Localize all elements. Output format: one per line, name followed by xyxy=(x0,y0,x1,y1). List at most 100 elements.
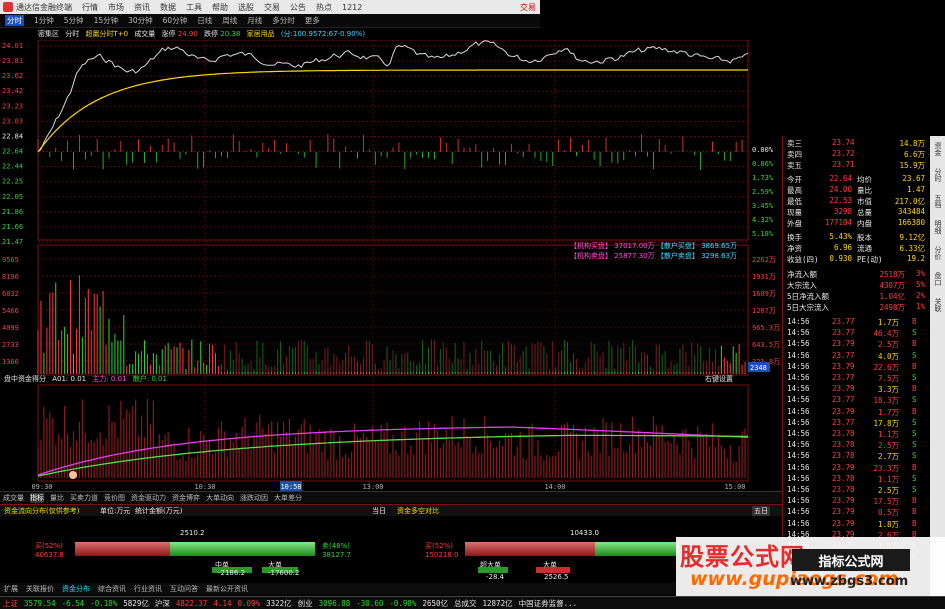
legend-inst-sell: 【机构卖盘】 25877.30万 xyxy=(570,252,655,260)
side-tab[interactable]: 关联 xyxy=(933,298,943,312)
sh-index-label[interactable]: 上证 xyxy=(3,598,18,609)
ask-price: 23.71 xyxy=(832,160,855,169)
tick-row[interactable]: 14:56 23.79 3.3万 B xyxy=(787,384,927,395)
menu-item[interactable]: 热点 xyxy=(316,2,332,13)
stat-row[interactable]: 换手 5.43% 股本 9.12亿 xyxy=(787,232,927,243)
tab-30min[interactable]: 30分钟 xyxy=(128,15,153,26)
sz-index-label[interactable]: 沪深 xyxy=(155,598,170,609)
app-title: 通达信金融终端 xyxy=(16,2,72,12)
tick-row[interactable]: 14:56 23.77 7.5万 S xyxy=(787,373,927,384)
tick-row[interactable]: 14:56 23.77 46.4万 S xyxy=(787,328,927,339)
menu-item[interactable]: 公告 xyxy=(290,2,306,13)
sub-tab[interactable]: 关联报价 xyxy=(26,584,54,594)
tick-row[interactable]: 14:56 23.79 22.6万 B xyxy=(787,362,927,373)
five-day-select[interactable]: 五日 xyxy=(752,506,770,516)
tab-intraday[interactable]: 分时 xyxy=(5,15,24,26)
tab-5min[interactable]: 5分钟 xyxy=(64,15,84,26)
tick-row[interactable]: 14:56 23.78 1.1万 S xyxy=(787,429,927,440)
stat-label: 收益(四) xyxy=(787,255,819,264)
tick-row[interactable]: 14:56 23.79 23.3万 B xyxy=(787,463,927,474)
right-click-settings[interactable]: 右键设置 xyxy=(705,374,733,384)
tab-15min[interactable]: 15分钟 xyxy=(94,15,119,26)
tick-row[interactable]: 14:56 23.77 4.0万 S xyxy=(787,351,927,362)
stat-row[interactable]: 现量 3298 总量 343484 xyxy=(787,207,927,218)
sub-tab[interactable]: 最新公开资讯 xyxy=(206,584,248,594)
pct-tick-label: 3.45% xyxy=(752,202,774,210)
indicator-tab[interactable]: 买卖力道 xyxy=(70,493,98,503)
stat-row[interactable]: 最高 24.00 量比 1.47 xyxy=(787,185,927,196)
sub-tab[interactable]: 互动问答 xyxy=(170,584,198,594)
stat-label: 今开 xyxy=(787,175,802,184)
tick-row[interactable]: 14:56 23.78 2.5万 S xyxy=(787,485,927,496)
menu-item[interactable]: 工具 xyxy=(186,2,202,13)
side-tab[interactable]: 五档 xyxy=(933,194,943,208)
left-sell-bar xyxy=(170,542,315,556)
flow-row[interactable]: 5日大宗流入 2498万 1% xyxy=(787,302,927,313)
menu-item[interactable]: 1212 xyxy=(342,3,362,12)
tick-row[interactable]: 14:56 23.79 2.5万 B xyxy=(787,339,927,350)
stat-row[interactable]: 外盘 177104 内盘 166380 xyxy=(787,218,927,229)
header-limitdown: 20.38 xyxy=(220,30,241,38)
flow-row[interactable]: 净流入额 2518万 3% xyxy=(787,269,927,280)
menu-item[interactable]: 市场 xyxy=(108,2,124,13)
capital-date[interactable]: 当日 xyxy=(372,506,386,516)
tick-row[interactable]: 14:56 23.79 0.5万 B xyxy=(787,507,927,518)
ask-row[interactable]: 卖五 23.71 15.9万 xyxy=(787,160,927,171)
tick-row[interactable]: 14:56 23.77 17.8万 S xyxy=(787,418,927,429)
tick-row[interactable]: 14:56 23.77 1.7万 B xyxy=(787,317,927,328)
stat-row[interactable]: 最低 22.53 市值 217.0亿 xyxy=(787,196,927,207)
menu-item[interactable]: 交易 xyxy=(264,2,280,13)
menu-item[interactable]: 帮助 xyxy=(212,2,228,13)
tab-daily[interactable]: 日线 xyxy=(197,15,212,26)
tick-row[interactable]: 14:56 23.79 1.7万 B xyxy=(787,407,927,418)
menu-item[interactable]: 资讯 xyxy=(134,2,150,13)
ask-row[interactable]: 卖三 23.74 14.8万 xyxy=(787,138,927,149)
indicator-tab[interactable]: 竞价图 xyxy=(104,493,125,503)
tab-more[interactable]: 更多 xyxy=(305,15,320,26)
sentiment-a01: A01: 0.01 xyxy=(52,375,87,383)
tick-row[interactable]: 14:56 23.79 17.5万 B xyxy=(787,496,927,507)
stat-row[interactable]: 今开 22.64 均价 23.67 xyxy=(787,174,927,185)
tick-row[interactable]: 14:56 23.78 1.1万 S xyxy=(787,474,927,485)
tick-row[interactable]: 14:56 23.78 2.7万 S xyxy=(787,451,927,462)
tab-1min[interactable]: 1分钟 xyxy=(34,15,54,26)
menu-item[interactable]: 选股 xyxy=(238,2,254,13)
indicator-tab[interactable]: 资金博弈 xyxy=(172,493,200,503)
tick-row[interactable]: 14:56 23.79 1.8万 B xyxy=(787,519,927,530)
menu-item[interactable]: 行情 xyxy=(82,2,98,13)
flow-row[interactable]: 5日净流入额 1.04亿 2% xyxy=(787,291,927,302)
trade-button[interactable]: 交易 xyxy=(520,2,536,13)
side-tab[interactable]: 分时 xyxy=(933,168,943,182)
tab-multi[interactable]: 多分时 xyxy=(272,15,295,26)
tab-weekly[interactable]: 周线 xyxy=(222,15,237,26)
stat-row[interactable]: 收益(四) 0.930 PE(动) 19.2 xyxy=(787,254,927,265)
flow-row[interactable]: 大宗流入 4307万 5% xyxy=(787,280,927,291)
tick-price: 23.77 xyxy=(832,328,855,338)
indicator-tab[interactable]: 资金驱动力 xyxy=(131,493,166,503)
sub-tab[interactable]: 综合资讯 xyxy=(98,584,126,594)
tick-row[interactable]: 14:56 23.77 18.3万 S xyxy=(787,395,927,406)
tick-row[interactable]: 14:56 23.78 2.5万 S xyxy=(787,440,927,451)
stat-label: 均价 xyxy=(857,175,872,184)
tab-60min[interactable]: 60分钟 xyxy=(163,15,188,26)
side-tab[interactable]: 资金 xyxy=(933,142,943,156)
side-tab[interactable]: 明细 xyxy=(933,220,943,234)
indicator-tab[interactable]: 量比 xyxy=(50,493,64,503)
tab-monthly[interactable]: 月线 xyxy=(247,15,262,26)
stat-row[interactable]: 净资 6.96 流通 6.33亿 xyxy=(787,243,927,254)
intraday-chart[interactable]: 24.01 23.81 23.62 23.42 23.23 23.03 22.84 22.64… xyxy=(0,40,782,491)
indicator-tab[interactable]: 涨跌动因 xyxy=(240,493,268,503)
side-tab[interactable]: 分价 xyxy=(933,246,943,260)
sub-tab[interactable]: 行业资讯 xyxy=(134,584,162,594)
indicator-tab[interactable]: 大单差分 xyxy=(274,493,302,503)
cy-index-label[interactable]: 创业 xyxy=(298,598,313,609)
indicator-tab[interactable]: 成交量 xyxy=(3,493,24,503)
sub-tab[interactable]: 扩展 xyxy=(4,584,18,594)
menu-item[interactable]: 数据 xyxy=(160,2,176,13)
sub-tab[interactable]: 资金分布 xyxy=(62,584,90,594)
left-buy-bar xyxy=(75,542,170,556)
indicator-tab[interactable]: 大单动向 xyxy=(206,493,234,503)
ask-row[interactable]: 卖四 23.72 6.6万 xyxy=(787,149,927,160)
side-tab[interactable]: 盘口 xyxy=(933,272,943,286)
indicator-tab[interactable]: 指标 xyxy=(30,492,44,503)
